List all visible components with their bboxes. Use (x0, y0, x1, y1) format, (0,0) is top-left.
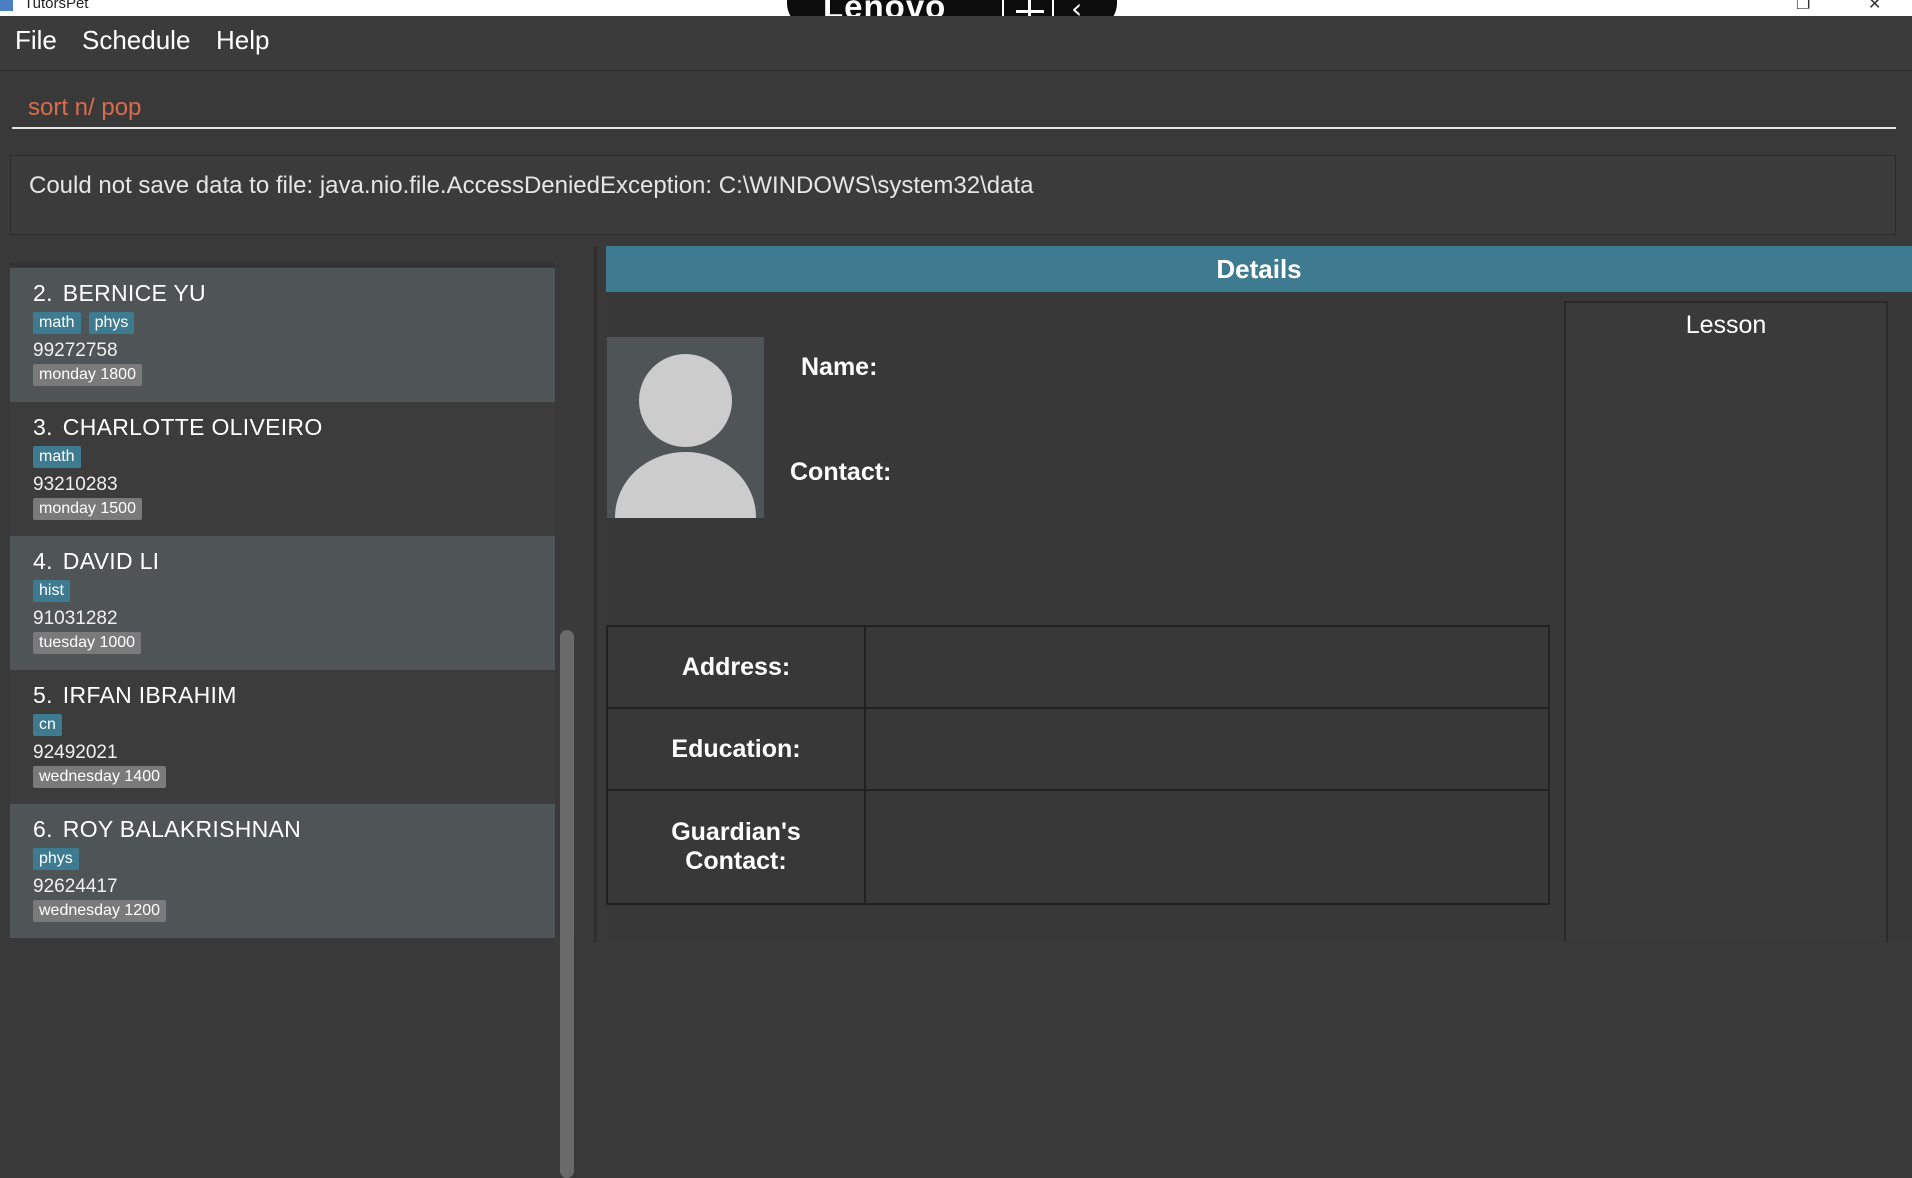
person-card[interactable]: 4. DAVID LI hist 91031282 tuesday 1000 (10, 536, 555, 670)
subject-tag: hist (33, 580, 70, 602)
person-name: CHARLOTTE OLIVEIRO (62, 414, 323, 440)
menu-help[interactable]: Help (216, 25, 269, 56)
person-index: 2. (33, 280, 53, 306)
details-header: Details (606, 246, 1912, 292)
guardian-label-line2: Contact: (685, 847, 787, 875)
subject-tag: cn (33, 714, 62, 736)
person-phone: 91031282 (33, 608, 118, 629)
person-card[interactable]: 3. CHARLOTTE OLIVEIRO math 93210283 monda… (10, 402, 555, 536)
subject-tag: math (33, 312, 81, 334)
panel-divider[interactable] (594, 246, 597, 942)
guardian-row: Guardian's Contact: (606, 789, 1550, 905)
person-name-row: 2. BERNICE YU (33, 280, 555, 310)
lesson-tag: wednesday 1400 (33, 766, 166, 788)
person-name: BERNICE YU (62, 280, 206, 306)
person-card[interactable]: 2. BERNICE YU math phys 99272758 monday 18… (10, 268, 555, 402)
guardian-label-line1: Guardian's (671, 818, 801, 846)
education-value (864, 707, 1550, 791)
person-phone: 92624417 (33, 876, 118, 897)
person-card[interactable]: 6. ROY BALAKRISHNAN phys 92624417 wednesd… (10, 804, 555, 938)
person-name: ROY BALAKRISHNAN (62, 816, 302, 842)
person-index: 4. (33, 548, 53, 574)
person-tags: math phys (33, 312, 555, 340)
person-tags: hist (33, 580, 555, 608)
education-row: Education: (606, 707, 1550, 791)
person-name-row: 4. DAVID LI (33, 548, 555, 578)
education-label: Education: (606, 707, 866, 791)
person-name-row: 6. ROY BALAKRISHNAN (33, 816, 555, 846)
person-list-panel: 2. BERNICE YU math phys 99272758 monday 18… (0, 246, 594, 1178)
person-index: 5. (33, 682, 53, 708)
lesson-tag: tuesday 1000 (33, 632, 142, 654)
address-value (864, 625, 1550, 709)
person-name: DAVID LI (62, 548, 160, 574)
lesson-tag: monday 1500 (33, 498, 142, 520)
menu-file[interactable]: File (15, 25, 57, 56)
info-table: Address: Education: Guardian's Contact: (606, 625, 1550, 905)
lesson-tag: monday 1800 (33, 364, 142, 386)
menu-schedule[interactable]: Schedule (82, 25, 190, 56)
list-top-edge (10, 262, 555, 267)
command-input[interactable] (12, 89, 1896, 129)
subject-tag: phys (33, 848, 79, 870)
close-icon[interactable]: ✕ (1868, 0, 1881, 14)
restore-icon[interactable]: ❐ (1796, 0, 1810, 14)
lesson-title: Lesson (1685, 311, 1767, 339)
avatar-head (639, 354, 732, 447)
list-scrollbar-thumb[interactable] (560, 630, 574, 1178)
person-tags: math (33, 446, 555, 474)
lesson-tag: wednesday 1200 (33, 900, 166, 922)
address-label: Address: (606, 625, 866, 709)
person-name-row: 3. CHARLOTTE OLIVEIRO (33, 414, 555, 444)
person-card[interactable]: 5. IRFAN IBRAHIM cn 92492021 wednesday 14… (10, 670, 555, 804)
person-tags: cn (33, 714, 555, 742)
avatar-body (615, 447, 756, 518)
person-phone: 99272758 (33, 340, 118, 361)
contact-label: Contact: (790, 458, 892, 486)
name-label: Name: (801, 353, 878, 381)
person-index: 3. (33, 414, 53, 440)
person-name: IRFAN IBRAHIM (62, 682, 237, 708)
subject-tag: math (33, 446, 81, 468)
command-area (0, 71, 1912, 144)
app-icon (0, 0, 13, 11)
window-title: TutorsPet (24, 0, 89, 12)
menu-bar: File Schedule Help (0, 16, 1912, 71)
person-phone: 93210283 (33, 474, 118, 495)
result-message: Could not save data to file: java.nio.fi… (29, 172, 1034, 199)
lesson-panel: Lesson (1564, 301, 1888, 942)
person-phone: 92492021 (33, 742, 118, 763)
person-list[interactable]: 2. BERNICE YU math phys 99272758 monday 18… (10, 268, 555, 942)
details-title: Details (1216, 254, 1302, 284)
avatar-placeholder-icon (607, 337, 764, 518)
guardian-contact-value (864, 789, 1550, 905)
person-index: 6. (33, 816, 53, 842)
result-display: Could not save data to file: java.nio.fi… (10, 155, 1896, 235)
person-tags: phys (33, 848, 555, 876)
guardian-contact-label: Guardian's Contact: (606, 789, 866, 905)
address-row: Address: (606, 625, 1550, 709)
subject-tag: phys (88, 312, 135, 334)
person-name-row: 5. IRFAN IBRAHIM (33, 682, 555, 712)
details-panel: Details Name: Contact: Address: Educatio… (606, 246, 1912, 942)
